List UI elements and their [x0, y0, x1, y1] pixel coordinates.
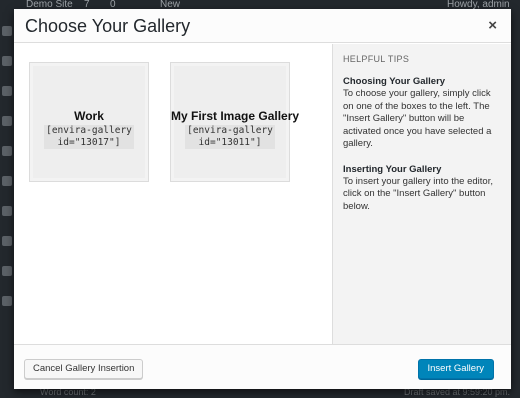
modal-header: Choose Your Gallery ×: [14, 9, 511, 43]
tip-text: To insert your gallery into the editor, …: [343, 175, 493, 212]
cancel-gallery-insertion-button[interactable]: Cancel Gallery Insertion: [24, 359, 144, 379]
posts-icon[interactable]: [2, 56, 12, 66]
gallery-modal: Choose Your Gallery × Work [envira-galle…: [14, 9, 511, 389]
comments-icon[interactable]: [2, 146, 12, 156]
tools-icon[interactable]: [2, 266, 12, 276]
insert-gallery-button[interactable]: Insert Gallery: [417, 359, 494, 379]
tip-title: Inserting Your Gallery: [343, 163, 442, 175]
pages-icon[interactable]: [2, 116, 12, 126]
tip-title: Choosing Your Gallery: [343, 76, 446, 87]
settings-icon[interactable]: [2, 296, 12, 306]
plugins-icon[interactable]: [2, 206, 12, 216]
gallery-shortcode: [envira-gallery id="13017"]: [44, 125, 134, 149]
tips-heading: HELPFUL TIPS: [343, 54, 410, 64]
gallery-item-work[interactable]: Work [envira-gallery id="13017"]: [29, 62, 149, 182]
close-icon[interactable]: ×: [488, 18, 497, 33]
appearance-icon[interactable]: [2, 176, 12, 186]
gallery-list: Work [envira-gallery id="13017"] My Firs…: [14, 44, 332, 344]
users-icon[interactable]: [2, 236, 12, 246]
gallery-title: My First Image Gallery: [171, 109, 300, 123]
admin-menu: [0, 12, 14, 398]
gallery-title: Work: [74, 109, 104, 123]
gallery-shortcode: [envira-gallery id="13011"]: [185, 125, 275, 149]
modal-footer: Cancel Gallery Insertion Insert Gallery: [14, 344, 511, 389]
tip-text: To choose your gallery, simply click on …: [343, 88, 492, 149]
helpful-tips-sidebar: HELPFUL TIPS Choosing Your Gallery To ch…: [332, 44, 511, 344]
modal-title: Choose Your Gallery: [25, 16, 191, 36]
dashboard-icon[interactable]: [2, 26, 12, 36]
gallery-item-my-first-image-gallery[interactable]: My First Image Gallery [envira-gallery i…: [170, 62, 300, 182]
media-icon[interactable]: [2, 86, 12, 96]
